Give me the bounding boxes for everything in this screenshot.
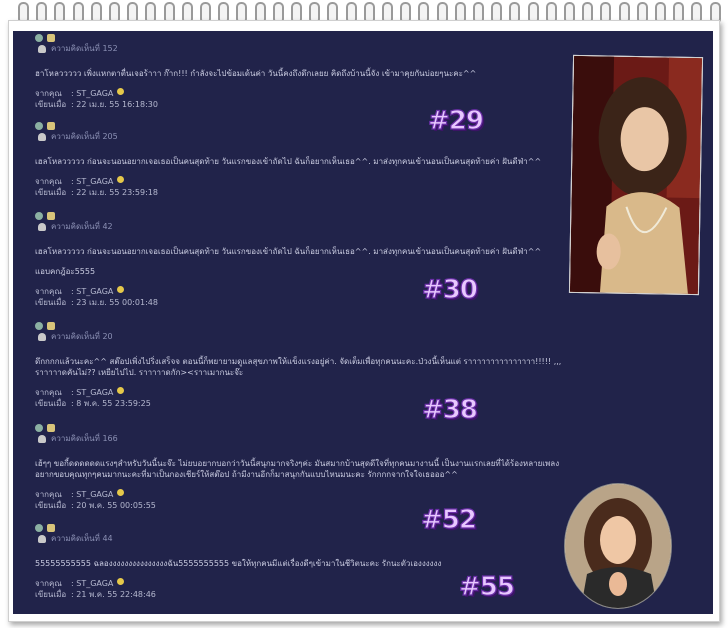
reply-icon[interactable] <box>35 424 43 432</box>
tag-55: #55 <box>458 571 515 602</box>
comment-number: ความคิดเห็นที่ 42 <box>38 221 575 232</box>
author-label: จากคุณ <box>35 89 62 98</box>
author-label: จากคุณ <box>35 177 62 186</box>
smile-icon <box>117 88 125 95</box>
post-time: : 22 เม.ย. 55 16:18:30 <box>71 100 158 109</box>
tag-52: #52 <box>420 504 477 535</box>
author-label: จากคุณ <box>35 579 62 588</box>
tag-29: #29 <box>427 105 484 136</box>
comment-message-extra: แอบคกฎ้อะ5555 <box>35 267 96 276</box>
author-label: จากคุณ <box>35 490 62 499</box>
photo-circle <box>564 483 672 609</box>
reply-icon[interactable] <box>35 34 43 42</box>
reply-icon[interactable] <box>35 122 43 130</box>
post-time: : 20 พ.ค. 55 00:05:55 <box>71 501 156 510</box>
time-label: เขียนเมื่อ <box>35 501 67 510</box>
author-label: จากคุณ <box>35 388 62 397</box>
pin-icon <box>38 222 46 231</box>
comment-board: ความคิดเห็นที่ 152 ฮาโหลววววว เพิ่งแหกตา… <box>13 31 713 614</box>
author-name[interactable]: : ST_GAGA <box>71 176 113 187</box>
pin-icon <box>38 332 46 341</box>
flag-icon[interactable] <box>47 122 55 130</box>
comment-number: ความคิดเห็นที่ 44 <box>38 533 575 544</box>
pin-icon <box>38 434 46 443</box>
comment-number: ความคิดเห็นที่ 152 <box>38 43 575 54</box>
post-time: : 23 เม.ย. 55 00:01:48 <box>71 298 158 307</box>
author-label: จากคุณ <box>35 287 62 296</box>
smile-icon <box>117 176 125 183</box>
comment-meta: จากคุณ : ST_GAGA เขียนเมื่อ : 8 พ.ค. 55 23… <box>35 387 575 409</box>
comment-number: ความคิดเห็นที่ 166 <box>38 433 575 444</box>
photo-portrait <box>568 54 704 296</box>
comment-message: 55555555555 ฉลองงงงงงงงงงงงงงงฉัน5555555… <box>35 559 442 568</box>
time-label: เขียนเมื่อ <box>35 188 67 197</box>
smile-icon <box>117 387 125 394</box>
reply-icon[interactable] <box>35 524 43 532</box>
author-name[interactable]: : ST_GAGA <box>71 286 113 297</box>
pin-icon <box>38 534 46 543</box>
comment-message: เฮลโหลววววว ก่อนจะนอนอยากเจอเธอเป็นคนสุด… <box>35 247 542 256</box>
author-name[interactable]: : ST_GAGA <box>71 387 113 398</box>
photo-circle-image <box>565 484 671 608</box>
post-time: : 8 พ.ค. 55 23:59:25 <box>71 399 151 408</box>
comment-number-label: ความคิดเห็นที่ 20 <box>51 332 113 341</box>
reply-icon[interactable] <box>35 212 43 220</box>
comment-meta: จากคุณ : ST_GAGA เขียนเมื่อ : 20 พ.ค. 55 0… <box>35 489 575 511</box>
comment-entry: ความคิดเห็นที่ 152 ฮาโหลววววว เพิ่งแหกตา… <box>35 33 575 110</box>
comment-meta: จากคุณ : ST_GAGA เขียนเมื่อ : 23 เม.ย. 55 … <box>35 286 575 308</box>
time-label: เขียนเมื่อ <box>35 590 67 599</box>
comment-tools <box>35 523 575 533</box>
tag-30: #30 <box>421 274 478 305</box>
comment-entry: ความคิดเห็นที่ 42 เฮลโหลววววว ก่อนจะนอนอ… <box>35 211 575 308</box>
comment-number: ความคิดเห็นที่ 205 <box>38 131 575 142</box>
comment-entry: ความคิดเห็นที่ 166 เฮ้ๆๆ ขอกี้ดดดดดดแรงๆ… <box>35 423 575 511</box>
post-time: : 21 พ.ค. 55 22:48:46 <box>71 590 156 599</box>
comment-number-label: ความคิดเห็นที่ 152 <box>51 44 118 53</box>
flag-icon[interactable] <box>47 212 55 220</box>
flag-icon[interactable] <box>47 524 55 532</box>
flag-icon[interactable] <box>47 322 55 330</box>
comment-message: เฮ้ๆๆ ขอกี้ดดดดดดแรงๆสำหรับวันนี้นะจ๊ะ ไ… <box>35 459 560 479</box>
smile-icon <box>117 286 125 293</box>
post-time: : 22 เม.ย. 55 23:59:18 <box>71 188 158 197</box>
pin-icon <box>38 44 46 53</box>
comment-tools <box>35 121 575 131</box>
time-label: เขียนเมื่อ <box>35 100 67 109</box>
smile-icon <box>117 578 125 585</box>
comment-number-label: ความคิดเห็นที่ 44 <box>51 534 113 543</box>
reply-icon[interactable] <box>35 322 43 330</box>
flag-icon[interactable] <box>47 34 55 42</box>
comment-tools <box>35 423 575 433</box>
author-name[interactable]: : ST_GAGA <box>71 578 113 589</box>
comment-meta: จากคุณ : ST_GAGA เขียนเมื่อ : 22 เม.ย. 55 … <box>35 88 575 110</box>
time-label: เขียนเมื่อ <box>35 298 67 307</box>
comment-message: ฮาโหลววววว เพิ่งแหกตาตื่นเจอร้าาา ก๊าก!!… <box>35 69 477 78</box>
comment-message: ดึกกกกแล้วนะคะ^^ สต๊อปเพิ่งไปริ่งเสร็จจ … <box>35 357 562 377</box>
comment-tools <box>35 33 575 43</box>
author-name[interactable]: : ST_GAGA <box>71 88 113 99</box>
comment-tools <box>35 211 575 221</box>
time-label: เขียนเมื่อ <box>35 399 67 408</box>
flag-icon[interactable] <box>47 424 55 432</box>
comment-number-label: ความคิดเห็นที่ 205 <box>51 132 118 141</box>
comment-tools <box>35 321 575 331</box>
comment-number: ความคิดเห็นที่ 20 <box>38 331 575 342</box>
comment-number-label: ความคิดเห็นที่ 42 <box>51 222 113 231</box>
comment-entry: ความคิดเห็นที่ 205 เฮลโหลววววว ก่อนจะนอน… <box>35 121 575 198</box>
comment-number-label: ความคิดเห็นที่ 166 <box>51 434 118 443</box>
smile-icon <box>117 489 125 496</box>
comment-message: เฮลโหลววววว ก่อนจะนอนอยากเจอเธอเป็นคนสุด… <box>35 157 542 166</box>
author-name[interactable]: : ST_GAGA <box>71 489 113 500</box>
photo-portrait-image <box>569 55 703 295</box>
comment-entry: ความคิดเห็นที่ 20 ดึกกกกแล้วนะคะ^^ สต๊อป… <box>35 321 575 409</box>
comment-meta: จากคุณ : ST_GAGA เขียนเมื่อ : 22 เม.ย. 55 … <box>35 176 575 198</box>
tag-38: #38 <box>421 394 478 425</box>
pin-icon <box>38 132 46 141</box>
